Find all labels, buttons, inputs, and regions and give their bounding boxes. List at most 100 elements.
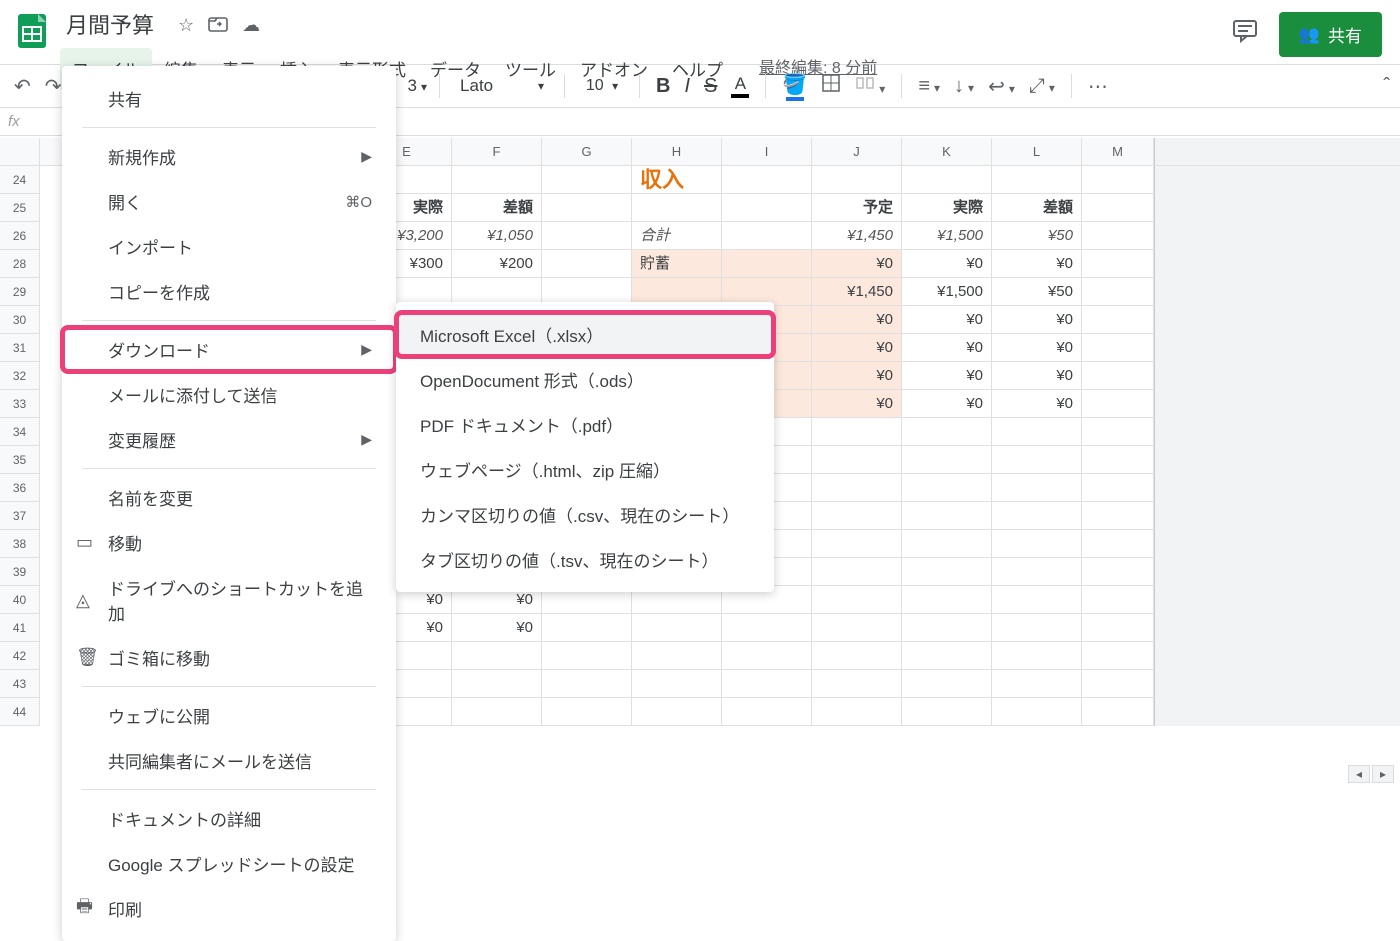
cell[interactable] [542,642,632,670]
cell[interactable] [1082,698,1154,726]
cell[interactable]: ¥0 [812,334,902,362]
cell[interactable] [992,446,1082,474]
cell[interactable]: ¥0 [812,362,902,390]
row-header[interactable]: 44 [0,698,40,726]
row-header[interactable]: 30 [0,306,40,334]
col-header[interactable]: F [452,138,542,165]
cell[interactable]: ¥0 [902,334,992,362]
doc-title[interactable]: 月間予算 [60,6,160,42]
cell[interactable] [1082,670,1154,698]
file-publish[interactable]: ウェブに公開 [62,693,396,738]
cloud-status-icon[interactable]: ☁ [242,15,260,38]
cell[interactable]: ¥0 [812,250,902,278]
select-all-corner[interactable] [0,138,40,165]
cell[interactable] [992,558,1082,586]
file-download[interactable]: ダウンロード▶ [62,327,396,372]
cell[interactable] [1082,586,1154,614]
cell[interactable] [1082,390,1154,418]
cell[interactable]: ¥0 [992,306,1082,334]
cell[interactable] [992,474,1082,502]
file-rename[interactable]: 名前を変更 [62,475,396,520]
row-header[interactable]: 37 [0,502,40,530]
cell[interactable] [812,614,902,642]
row-header[interactable]: 32 [0,362,40,390]
cell[interactable]: ¥0 [812,306,902,334]
row-header[interactable]: 24 [0,166,40,194]
row-header[interactable]: 28 [0,250,40,278]
cell[interactable] [1082,194,1154,222]
cell[interactable]: ¥0 [902,390,992,418]
cell[interactable] [992,670,1082,698]
col-header[interactable]: H [632,138,722,165]
cell[interactable] [902,446,992,474]
cell[interactable] [452,698,542,726]
more-icon[interactable]: ⋯ [1084,70,1112,103]
cell[interactable]: ¥0 [992,250,1082,278]
cell[interactable]: ¥50 [992,278,1082,306]
cell[interactable] [812,558,902,586]
cell[interactable] [902,586,992,614]
row-header[interactable]: 42 [0,642,40,670]
cell[interactable] [812,670,902,698]
cell[interactable] [902,418,992,446]
cell[interactable] [812,530,902,558]
strike-icon[interactable]: S [700,71,721,102]
collapse-toolbar-icon[interactable]: ˆ [1383,75,1390,98]
row-header[interactable]: 33 [0,390,40,418]
file-drive-shortcut[interactable]: ◬ドライブへのショートカットを追加 [62,565,396,635]
cell[interactable] [902,558,992,586]
cell[interactable] [452,166,542,194]
file-settings[interactable]: Google スプレッドシートの設定 [62,841,396,886]
cell[interactable] [542,670,632,698]
cell[interactable] [1082,418,1154,446]
bold-icon[interactable]: B [652,71,674,102]
share-button[interactable]: 👥 共有 [1279,12,1382,57]
cell[interactable] [722,698,812,726]
cell[interactable] [902,502,992,530]
cell[interactable] [992,418,1082,446]
file-move[interactable]: ▭移動 [62,520,396,565]
row-header[interactable]: 35 [0,446,40,474]
cell[interactable]: ¥1,050 [452,222,542,250]
cell[interactable] [992,530,1082,558]
cell[interactable]: ¥0 [992,334,1082,362]
download-csv[interactable]: カンマ区切りの値（.csv、現在のシート） [396,492,774,537]
file-import[interactable]: インポート [62,224,396,269]
borders-icon[interactable] [817,69,845,103]
cell[interactable] [992,586,1082,614]
cell[interactable]: ¥1,450 [812,222,902,250]
valign-icon[interactable]: ↓▾ [950,71,978,102]
cell[interactable] [542,250,632,278]
cell[interactable] [722,222,812,250]
col-header[interactable]: M [1082,138,1154,165]
cell[interactable] [992,698,1082,726]
cell[interactable]: ¥1,500 [902,278,992,306]
row-header[interactable]: 40 [0,586,40,614]
col-header[interactable]: G [542,138,632,165]
download-pdf[interactable]: PDF ドキュメント（.pdf） [396,402,774,447]
fill-color-icon[interactable]: 🪣 [778,68,811,105]
cell[interactable]: ¥0 [902,250,992,278]
file-details[interactable]: ドキュメントの詳細 [62,796,396,841]
row-header[interactable]: 26 [0,222,40,250]
cell[interactable]: 収入 [632,166,722,194]
row-header[interactable]: 31 [0,334,40,362]
cell[interactable] [992,642,1082,670]
cell[interactable] [452,642,542,670]
cell[interactable] [722,194,812,222]
cell[interactable] [722,166,812,194]
cell[interactable]: 合計 [632,222,722,250]
row-header[interactable]: 25 [0,194,40,222]
cell[interactable]: ¥0 [902,362,992,390]
col-header[interactable]: K [902,138,992,165]
cell[interactable] [992,502,1082,530]
move-to-icon[interactable] [208,15,228,38]
cell[interactable] [542,166,632,194]
file-copy[interactable]: コピーを作成 [62,269,396,314]
cell[interactable] [632,642,722,670]
cell[interactable] [722,614,812,642]
cell[interactable] [1082,558,1154,586]
cell[interactable] [812,586,902,614]
cell[interactable] [902,670,992,698]
cell[interactable] [542,614,632,642]
